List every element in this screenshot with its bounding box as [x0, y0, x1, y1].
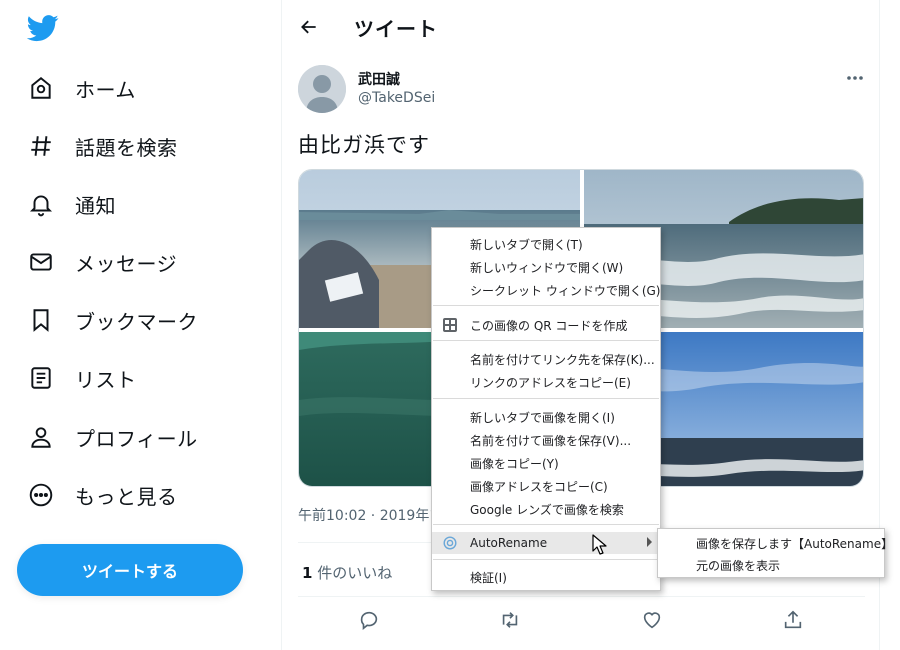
menu-item-label: Google レンズで画像を検索 — [470, 502, 624, 517]
bookmark-icon — [26, 305, 56, 335]
user-handle[interactable]: @TakeDSei — [358, 90, 435, 106]
page-header: ツイート — [282, 0, 881, 54]
nav-lists-label: リスト — [75, 367, 137, 392]
menu-item-copy-image[interactable]: 画像をコピー(Y) — [432, 452, 660, 474]
menu-item-open-new-window[interactable]: 新しいウィンドウで開く(W) — [432, 256, 660, 278]
submenu-item-save-image[interactable]: 画像を保存します【AutoRename】 — [658, 532, 893, 554]
hashtag-icon — [26, 131, 56, 161]
menu-item-label: 検証(I) — [470, 570, 507, 585]
menu-item-label: シークレット ウィンドウで開く(G) — [470, 283, 661, 298]
menu-item-label: 新しいタブで画像を開く(I) — [470, 410, 615, 425]
nav-explore[interactable]: 話題を検索 — [26, 126, 178, 166]
menu-item-label: 名前を付けて画像を保存(V)... — [470, 433, 632, 448]
context-menu: 新しいタブで開く(T) 新しいウィンドウで開く(W) シークレット ウィンドウで… — [431, 227, 661, 591]
menu-item-label: 新しいウィンドウで開く(W) — [470, 260, 624, 275]
menu-item-create-qr[interactable]: この画像の QR コードを作成 — [432, 314, 660, 336]
nav-bookmarks[interactable]: ブックマーク — [26, 300, 198, 340]
nav-messages[interactable]: メッセージ — [26, 242, 177, 282]
menu-item-label: リンクのアドレスをコピー(E) — [470, 375, 631, 390]
menu-item-copy-link-address[interactable]: リンクのアドレスをコピー(E) — [432, 371, 660, 393]
nav-profile[interactable]: プロフィール — [26, 417, 198, 457]
menu-item-label: この画像の QR コードを作成 — [470, 318, 628, 333]
nav-home[interactable]: ホーム — [26, 68, 136, 108]
person-icon — [26, 422, 56, 452]
menu-item-inspect[interactable]: 検証(I) — [432, 566, 660, 588]
menu-item-open-new-tab[interactable]: 新しいタブで開く(T) — [432, 233, 660, 255]
page-title: ツイート — [354, 17, 438, 41]
submenu-item-show-original[interactable]: 元の画像を表示 — [658, 554, 884, 576]
menu-item-open-incognito[interactable]: シークレット ウィンドウで開く(G) — [432, 279, 660, 301]
home-icon — [26, 73, 56, 103]
mail-icon — [26, 247, 56, 277]
bell-icon — [26, 189, 56, 219]
tweet-text: 由比ガ浜です — [298, 133, 430, 157]
menu-item-label: AutoRename — [470, 536, 548, 550]
more-options-icon[interactable] — [844, 68, 866, 88]
submenu-arrow-icon — [647, 537, 652, 547]
more-circle-icon — [26, 480, 56, 510]
menu-item-google-lens[interactable]: Google レンズで画像を検索 — [432, 498, 660, 520]
twitter-bird-icon[interactable] — [26, 12, 59, 44]
menu-item-save-image-as[interactable]: 名前を付けて画像を保存(V)... — [432, 429, 660, 451]
nav-profile-label: プロフィール — [75, 426, 198, 451]
share-icon[interactable] — [781, 608, 805, 632]
back-arrow-icon[interactable] — [296, 12, 322, 42]
user-name[interactable]: 武田誠 — [358, 69, 400, 89]
menu-separator — [433, 524, 659, 525]
tweet-button[interactable]: ツイートする — [17, 544, 243, 596]
menu-item-open-image-new-tab[interactable]: 新しいタブで画像を開く(I) — [432, 406, 660, 428]
sidebar: ホーム 話題を検索 通知 メッセージ ブックマーク リスト プロフィール もっと… — [0, 0, 281, 650]
menu-item-autorename[interactable]: AutoRename — [432, 532, 660, 554]
menu-item-label: 画像をコピー(Y) — [470, 456, 559, 471]
menu-separator — [433, 305, 659, 306]
submenu-item-label: 画像を保存します【AutoRename】 — [696, 536, 894, 551]
qr-code-icon — [442, 317, 458, 333]
nav-bookmarks-label: ブックマーク — [75, 309, 198, 334]
app-window: ホーム 話題を検索 通知 メッセージ ブックマーク リスト プロフィール もっと… — [0, 0, 900, 650]
menu-item-copy-image-address[interactable]: 画像アドレスをコピー(C) — [432, 475, 660, 497]
nav-more[interactable]: もっと見る — [26, 475, 178, 515]
nav-notifications[interactable]: 通知 — [26, 184, 116, 224]
list-icon — [26, 363, 56, 393]
mouse-cursor-icon — [592, 534, 608, 556]
like-heart-icon[interactable] — [640, 608, 664, 632]
nav-explore-label: 話題を検索 — [75, 135, 178, 160]
menu-item-label: 名前を付けてリンク先を保存(K)... — [470, 352, 655, 367]
nav-home-label: ホーム — [75, 77, 136, 102]
likes-count[interactable]: 1 件のいいね — [302, 562, 392, 583]
tweet-timestamp[interactable]: 午前10:02 · 2019年10 — [298, 505, 447, 525]
submenu-item-label: 元の画像を表示 — [696, 558, 781, 573]
avatar[interactable] — [298, 65, 346, 113]
menu-separator — [433, 559, 659, 560]
nav-lists[interactable]: リスト — [26, 358, 137, 398]
divider — [298, 596, 865, 597]
menu-item-label: 画像アドレスをコピー(C) — [470, 479, 608, 494]
nav-messages-label: メッセージ — [75, 251, 178, 276]
menu-separator — [433, 398, 659, 399]
likes-number: 1 — [302, 564, 313, 582]
nav-notifications-label: 通知 — [75, 193, 116, 218]
menu-separator — [433, 340, 659, 341]
autorename-submenu: 画像を保存します【AutoRename】 元の画像を表示 — [657, 528, 893, 578]
retweet-icon[interactable] — [498, 608, 522, 632]
likes-label: 件のいいね — [312, 564, 393, 582]
menu-item-label: 新しいタブで開く(T) — [470, 237, 583, 252]
autorename-icon — [442, 535, 458, 551]
menu-item-save-link-as[interactable]: 名前を付けてリンク先を保存(K)... — [432, 348, 660, 370]
nav-more-label: もっと見る — [75, 484, 178, 509]
reply-icon[interactable] — [357, 608, 381, 632]
